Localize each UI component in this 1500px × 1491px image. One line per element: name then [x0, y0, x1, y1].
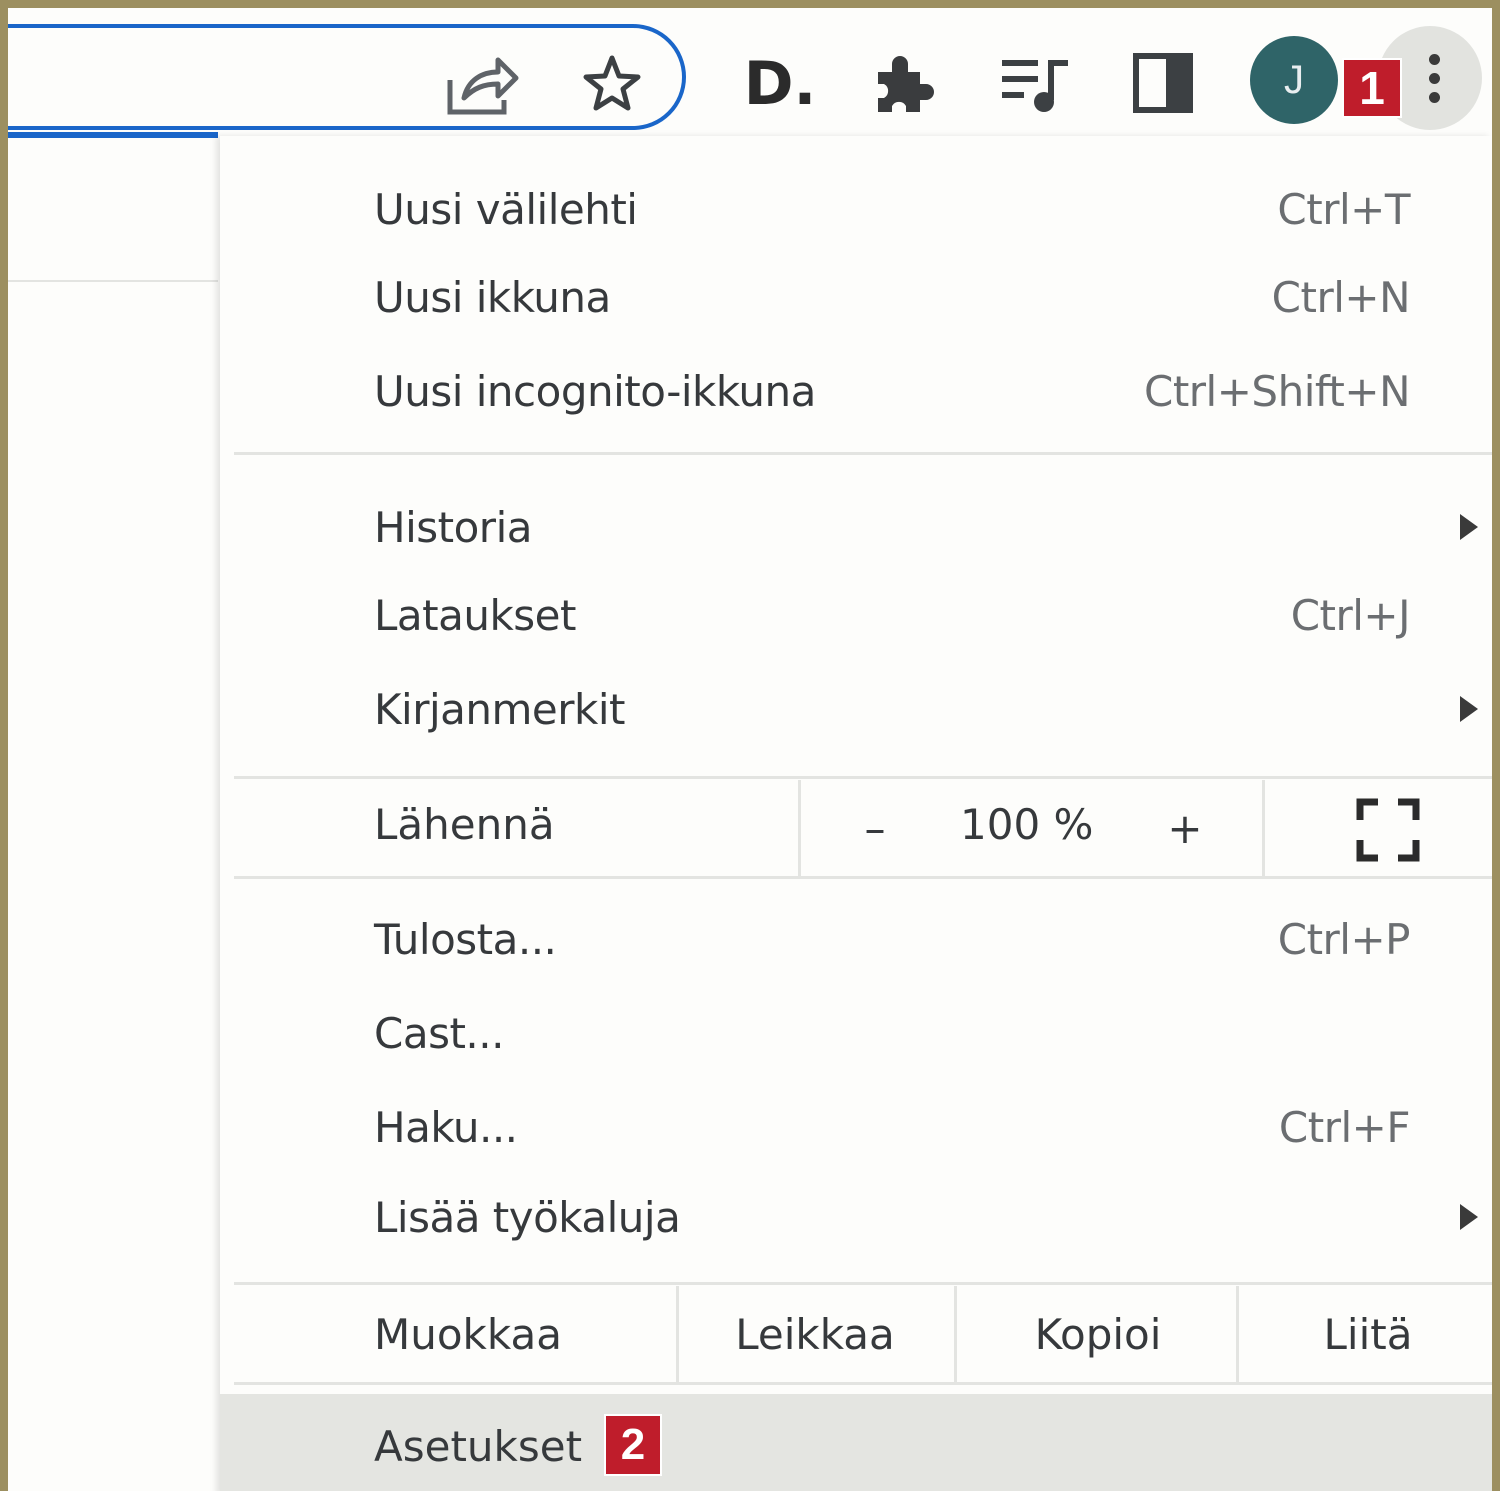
edit-divider [676, 1286, 679, 1382]
page-left-divider [8, 280, 218, 282]
avatar[interactable]: J [1250, 36, 1338, 124]
menu-item-label: Uusi välilehti [374, 184, 638, 234]
menu-item-label: Cast... [374, 1008, 504, 1058]
menu-separator [234, 1382, 1492, 1385]
fullscreen-icon[interactable] [1356, 798, 1420, 862]
menu-item-more-tools[interactable]: Lisää työkaluja [220, 1172, 1492, 1262]
menu-item-label: Uusi incognito-ikkuna [374, 366, 816, 416]
menu-item-shortcut: Ctrl+P [1277, 914, 1411, 964]
menu-item-shortcut: Ctrl+T [1277, 184, 1410, 234]
zoom-divider [1262, 780, 1265, 876]
menu-item-label: Historia [374, 502, 532, 552]
step-badge-1: 1 [1342, 58, 1402, 118]
browser-window: D. J 1 Uusi välilehti Ctrl+T Uusi ikkuna… [8, 8, 1492, 1491]
menu-item-bookmarks[interactable]: Kirjanmerkit [220, 664, 1492, 754]
submenu-arrow-icon [1460, 696, 1478, 722]
menu-separator [234, 452, 1492, 455]
zoom-row: Lähennä – 100 % + [220, 780, 1492, 876]
menu-item-new-incognito-window[interactable]: Uusi incognito-ikkuna Ctrl+Shift+N [220, 346, 1492, 436]
d-extension-icon[interactable]: D. [730, 44, 830, 124]
menu-item-label: Asetukset [374, 1422, 583, 1471]
chrome-main-menu: Uusi välilehti Ctrl+T Uusi ikkuna Ctrl+N… [220, 136, 1492, 1491]
submenu-arrow-icon [1460, 514, 1478, 540]
zoom-out-button[interactable]: – [840, 798, 910, 858]
edit-row: Muokkaa Leikkaa Kopioi Liitä [220, 1286, 1492, 1382]
zoom-level: 100 % [960, 800, 1094, 849]
kebab-menu-icon [1428, 53, 1440, 103]
submenu-arrow-icon [1460, 1204, 1478, 1230]
star-icon[interactable] [580, 52, 644, 116]
menu-item-shortcut: Ctrl+F [1278, 1102, 1411, 1152]
menu-separator [234, 1282, 1492, 1285]
zoom-label: Lähennä [374, 800, 555, 849]
menu-separator [234, 776, 1492, 779]
menu-item-downloads[interactable]: Lataukset Ctrl+J [220, 570, 1492, 660]
menu-item-find[interactable]: Haku... Ctrl+F [220, 1082, 1492, 1172]
menu-item-new-tab[interactable]: Uusi välilehti Ctrl+T [220, 164, 1492, 254]
zoom-in-button[interactable]: + [1150, 798, 1220, 858]
menu-item-label: Haku... [374, 1102, 518, 1152]
menu-item-shortcut: Ctrl+Shift+N [1144, 366, 1411, 416]
step-badge-2: 2 [604, 1414, 662, 1476]
menu-item-label: Lataukset [374, 590, 576, 640]
media-control-icon[interactable] [998, 52, 1074, 116]
menu-item-label: Tulosta... [374, 914, 557, 964]
menu-item-label: Lisää työkaluja [374, 1192, 681, 1242]
menu-item-shortcut: Ctrl+N [1271, 272, 1411, 322]
side-panel-icon[interactable] [1132, 52, 1194, 114]
edit-label: Muokkaa [374, 1310, 562, 1359]
menu-item-new-window[interactable]: Uusi ikkuna Ctrl+N [220, 252, 1492, 342]
menu-item-history[interactable]: Historia [220, 482, 1492, 572]
menu-item-shortcut: Ctrl+J [1290, 590, 1411, 640]
menu-item-label: Kirjanmerkit [374, 684, 625, 734]
menu-item-settings[interactable]: Asetukset 2 [220, 1394, 1492, 1491]
copy-button[interactable]: Kopioi [968, 1304, 1228, 1364]
edit-divider [1236, 1286, 1239, 1382]
edit-divider [954, 1286, 957, 1382]
cut-button[interactable]: Leikkaa [690, 1304, 940, 1364]
browser-toolbar: D. J 1 [8, 8, 1492, 148]
menu-item-label: Uusi ikkuna [374, 272, 611, 322]
menu-item-print[interactable]: Tulosta... Ctrl+P [220, 894, 1492, 984]
menu-item-cast[interactable]: Cast... [220, 988, 1492, 1078]
share-icon[interactable] [444, 50, 520, 118]
zoom-divider [798, 780, 801, 876]
page-left-accent [8, 132, 218, 138]
menu-separator [234, 876, 1492, 879]
paste-button[interactable]: Liitä [1250, 1304, 1486, 1364]
puzzle-icon[interactable] [870, 50, 940, 120]
